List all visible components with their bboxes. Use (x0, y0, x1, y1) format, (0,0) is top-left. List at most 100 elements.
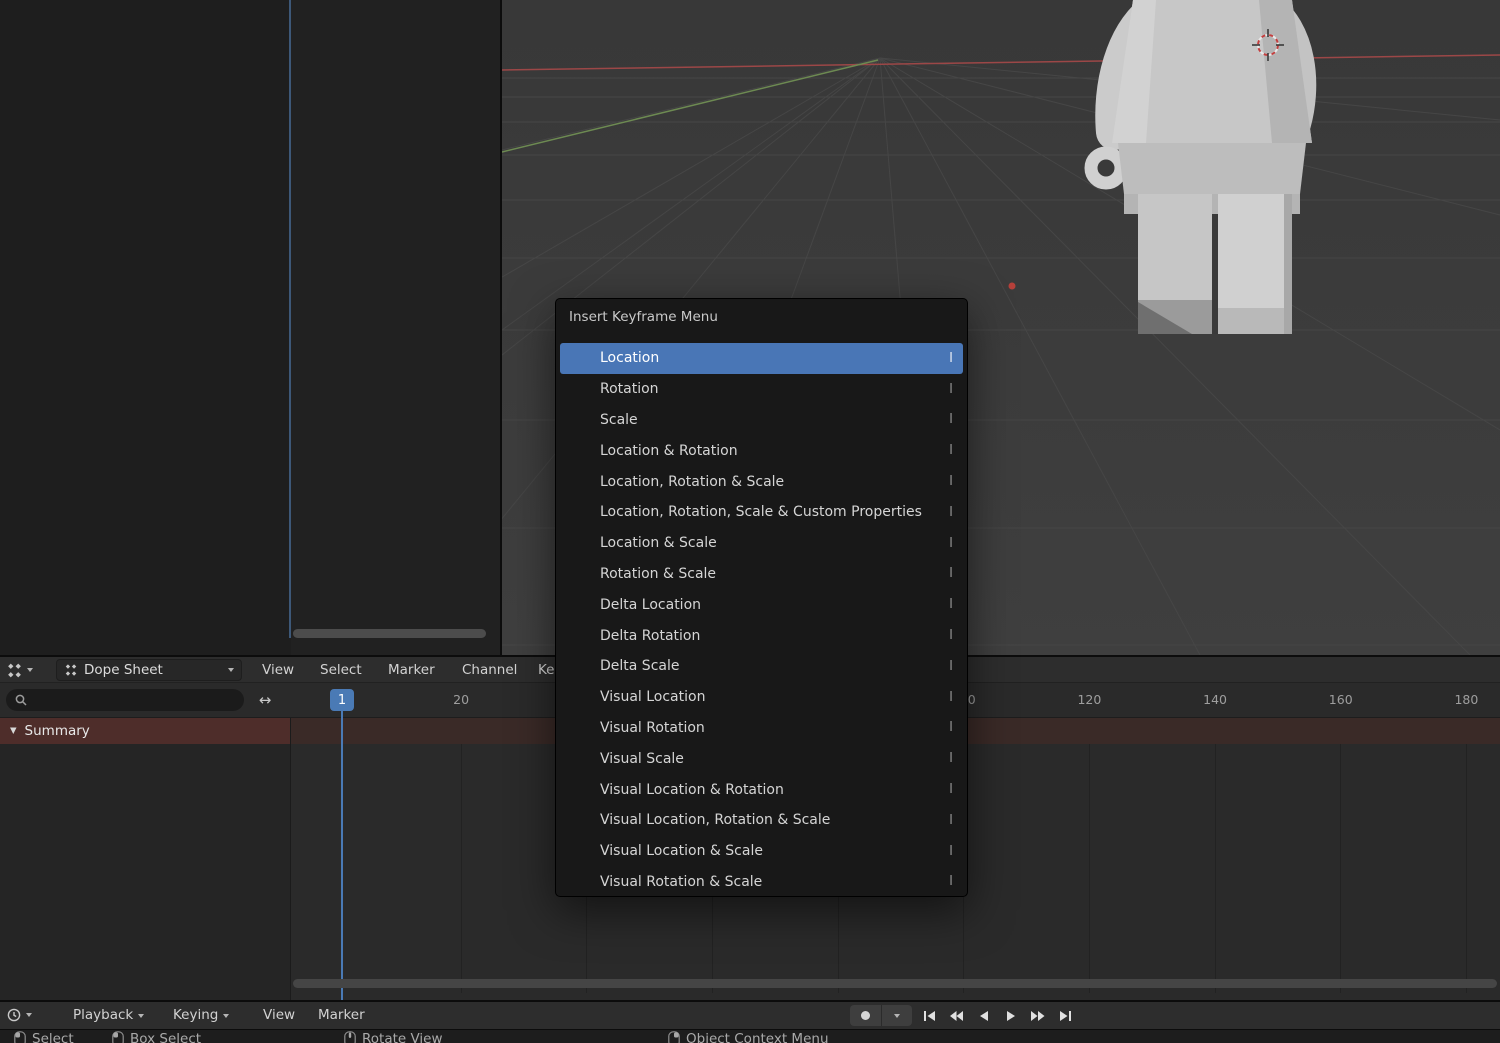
menu-item-shortcut: I (949, 443, 953, 458)
status-bar: SelectBox SelectRotate ViewObject Contex… (0, 1030, 1500, 1043)
menu-item-label: Location & Scale (600, 535, 717, 551)
playhead[interactable] (341, 711, 343, 1000)
collapse-icon[interactable]: ▼ (10, 726, 17, 736)
jump-to-next-keyframe-button[interactable] (1024, 1005, 1051, 1026)
timeline-editor-type-button[interactable] (6, 1005, 32, 1025)
left-editor-panel (0, 0, 500, 655)
menu-item-label: Rotation (600, 381, 659, 397)
jump-to-start-button[interactable] (916, 1005, 943, 1026)
menu-item-visual-rotation[interactable]: Visual RotationI (560, 713, 963, 744)
channel-search-field[interactable] (6, 689, 244, 711)
menu-item-shortcut: I (949, 844, 953, 859)
left-editor-playhead[interactable] (289, 0, 291, 638)
jump-to-end-button[interactable] (1051, 1005, 1078, 1026)
status-item: Object Context Menu (668, 1031, 829, 1043)
clock-icon (6, 1007, 22, 1023)
y-axis-line (502, 60, 878, 152)
menu-item-location[interactable]: Location I (560, 343, 963, 374)
summary-channel[interactable]: ▼ Summary (0, 718, 290, 744)
chevron-down-icon (228, 668, 234, 672)
menu-item-shortcut: I (949, 874, 953, 889)
menu-select[interactable]: Select (314, 657, 368, 683)
menu-item-label: Visual Location & Scale (600, 843, 763, 859)
menu-item-label: Location (600, 350, 659, 366)
menu-item-shortcut: I (949, 690, 953, 705)
menu-item-shortcut: I (949, 659, 953, 674)
menu-item-visual-rotation-scale[interactable]: Visual Rotation & Scale I (560, 867, 963, 898)
menu-item-delta-rotation[interactable]: Delta RotationI (560, 620, 963, 651)
menu-marker[interactable]: Marker (312, 1002, 371, 1029)
search-icon (14, 693, 28, 707)
menu-item-delta-location[interactable]: Delta LocationI (560, 589, 963, 620)
ruler-frame-label: 120 (1077, 692, 1101, 707)
channel-list (0, 744, 290, 1000)
chevron-down-icon (894, 1014, 900, 1018)
menu-item-shortcut: I (949, 536, 953, 551)
play-reverse-button[interactable] (970, 1005, 997, 1026)
menu-item-delta-scale[interactable]: Delta ScaleI (560, 651, 963, 682)
menu-item-label: Location, Rotation, Scale & Custom Prope… (600, 504, 922, 520)
menu-label: Playback (73, 1002, 133, 1029)
summary-label: Summary (25, 723, 90, 739)
menu-item-scale[interactable]: ScaleI (560, 405, 963, 436)
menu-item-shortcut: I (949, 782, 953, 797)
menu-view[interactable]: View (256, 657, 300, 683)
menu-item-shortcut: I (949, 566, 953, 581)
dope-sheet-mode-dropdown[interactable]: Dope Sheet (56, 659, 242, 681)
jump-to-start-icon (923, 1010, 937, 1022)
ruler-frame-label: 180 (1454, 692, 1478, 707)
menu-item-label: Scale (600, 412, 638, 428)
left-editor-horizontal-scrollbar[interactable] (293, 629, 486, 638)
menu-item-label: Visual Location (600, 689, 705, 705)
menu-keying[interactable]: Keying (167, 1002, 235, 1029)
menu-item-label: Rotation & Scale (600, 566, 716, 582)
current-frame-badge[interactable]: 1 (330, 689, 354, 711)
next-keyframe-icon (1030, 1010, 1045, 1022)
dope-sheet-mode-icon (64, 663, 78, 677)
menu-item-shortcut: I (949, 351, 953, 366)
menu-item-label: Visual Rotation & Scale (600, 874, 762, 890)
menu-item-location-rotation-scale[interactable]: Location, Rotation & ScaleI (560, 466, 963, 497)
menu-item-location-scale[interactable]: Location & Scale I (560, 528, 963, 559)
search-input[interactable] (34, 692, 236, 709)
chevron-down-icon (138, 1014, 144, 1018)
auto-keying-button[interactable] (850, 1005, 912, 1026)
mouse-left-icon (14, 1031, 26, 1043)
menu-item-label: Visual Location & Rotation (600, 782, 784, 798)
menu-item-rotation-scale[interactable]: Rotation & Scale I (560, 559, 963, 590)
mouse-right-icon (668, 1031, 680, 1043)
menu-item-visual-location[interactable]: Visual Location I (560, 682, 963, 713)
ruler-frame-label: 160 (1329, 692, 1353, 707)
x-axis-line (502, 55, 1500, 70)
menu-item-visual-location-rotation[interactable]: Visual Location & Rotation I (560, 774, 963, 805)
chevron-down-icon (26, 1013, 32, 1017)
menu-item-rotation[interactable]: Rotation I (560, 374, 963, 405)
playback-controls (916, 1005, 1078, 1026)
menu-item-visual-location-scale[interactable]: Visual Location & Scale I (560, 836, 963, 867)
menu-item-label: Visual Scale (600, 751, 684, 767)
status-item-label: Rotate View (362, 1031, 443, 1043)
keyframe-menu-list: LocationIRotationIScaleILocation & Rotat… (556, 343, 967, 897)
ruler-frame-label: 140 (1203, 692, 1227, 707)
menu-label: View (263, 1002, 295, 1029)
menu-item-location-rotation-scale-custom-properties[interactable]: Location, Rotation, Scale & Custom Prope… (560, 497, 963, 528)
expand-channels-button[interactable]: ↔ (250, 689, 280, 711)
minifigure-model (1091, 0, 1312, 334)
menu-label: Keying (173, 1002, 218, 1029)
menu-view[interactable]: View (257, 1002, 301, 1029)
status-item-label: Object Context Menu (686, 1031, 829, 1043)
play-button[interactable] (997, 1005, 1024, 1026)
menu-item-shortcut: I (949, 382, 953, 397)
menu-playback[interactable]: Playback (67, 1002, 150, 1029)
jump-to-previous-keyframe-button[interactable] (943, 1005, 970, 1026)
menu-item-location-rotation[interactable]: Location & RotationI (560, 435, 963, 466)
editor-type-button[interactable] (6, 660, 33, 680)
dope-sheet-horizontal-scrollbar[interactable] (293, 979, 1497, 988)
menu-item-shortcut: I (949, 720, 953, 735)
menu-item-visual-location-rotation-scale[interactable]: Visual Location, Rotation & ScaleI (560, 805, 963, 836)
menu-channel[interactable]: Channel (456, 657, 523, 683)
timeline-editor: Playback Keying View Marker (0, 1002, 1500, 1029)
auto-keying-dropdown[interactable] (882, 1005, 913, 1026)
menu-item-visual-scale[interactable]: Visual ScaleI (560, 743, 963, 774)
menu-marker[interactable]: Marker (382, 657, 441, 683)
